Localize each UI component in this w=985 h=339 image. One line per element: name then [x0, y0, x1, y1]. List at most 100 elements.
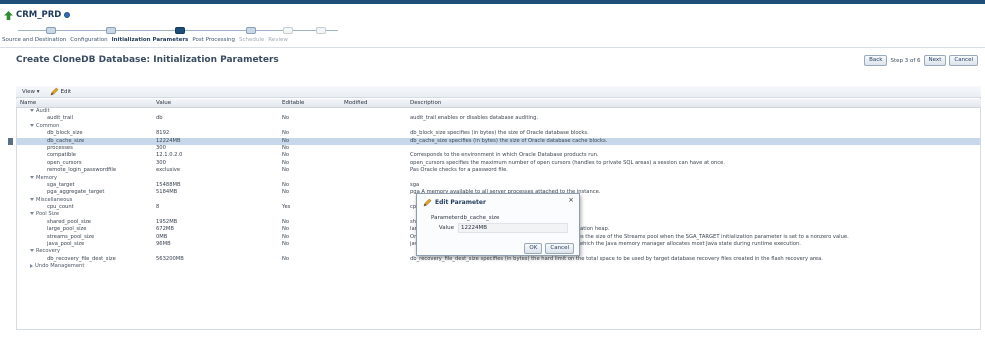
table-row[interactable]: db_block_size 8192 No db_block_size specifi… — [16, 130, 981, 137]
param-name-cell: remote_login_passwordfile — [47, 167, 171, 174]
expanded-triangle-icon[interactable] — [30, 175, 34, 179]
description-cell: db_recovery_file_dest_size specifies (in… — [410, 255, 823, 262]
name-text: cpu_count — [47, 204, 74, 211]
editable-cell: No — [282, 181, 290, 188]
col-header-description[interactable]: Description — [410, 100, 980, 106]
table-header: Name Value Editable Modified Description — [16, 99, 981, 108]
table-row[interactable]: open_cursors 300 No open_cursors specifies … — [16, 160, 981, 167]
editable-cell: No — [282, 137, 290, 144]
group-name-cell: Recovery — [30, 248, 154, 255]
expanded-triangle-icon[interactable] — [30, 212, 34, 216]
editable-cell: No — [282, 144, 290, 151]
table-row[interactable]: sga_target 15488MB No sga — [16, 182, 981, 189]
back-button[interactable]: Back — [864, 55, 888, 66]
col-header-editable[interactable]: Editable — [282, 100, 346, 106]
value-cell: 563200MB — [156, 255, 184, 262]
step-configuration[interactable]: Configuration — [70, 37, 107, 45]
divider — [0, 47, 985, 48]
name-text: Pool Size — [36, 211, 60, 218]
expanded-triangle-icon[interactable] — [30, 123, 34, 127]
param-name-cell: processes — [47, 145, 171, 152]
value-cell: exclusive — [156, 167, 181, 174]
dialog-title: Edit Parameter — [423, 198, 486, 207]
name-text: sga_target — [47, 181, 75, 188]
collapsed-triangle-icon[interactable] — [30, 263, 33, 268]
name-text: db_cache_size — [47, 137, 85, 144]
editable-cell: Yes — [282, 204, 291, 211]
step-source[interactable]: Source and Destination — [2, 37, 66, 45]
ok-button[interactable]: OK — [524, 243, 543, 254]
param-name-cell: db_cache_size — [47, 138, 171, 145]
wizard-nav: Back Step 3 of 6 Next Cancel — [864, 55, 978, 66]
step-post-processing[interactable]: Post Processing — [192, 37, 235, 45]
table-row[interactable]: db_cache_size 12224MB No db_cache_size spec… — [8, 137, 981, 146]
param-name-cell: streams_pool_size — [47, 234, 171, 241]
value-cell: 8192 — [156, 130, 170, 137]
dialog-cancel-button[interactable]: Cancel — [545, 243, 574, 254]
table-row[interactable]: compatible 12.1.0.2.0 No Corresponds to the… — [16, 152, 981, 159]
value-cell: 300 — [156, 159, 166, 166]
name-text: Recovery — [36, 248, 61, 255]
col-header-value[interactable]: Value — [156, 100, 280, 106]
param-name-cell: db_block_size — [47, 130, 171, 137]
next-button[interactable]: Next — [923, 55, 947, 66]
group-name-cell: Undo Management — [30, 263, 154, 270]
col-header-name[interactable]: Name — [20, 100, 144, 106]
param-name-cell: shared_pool_size — [47, 219, 171, 226]
value-cell: 96MB — [156, 241, 171, 248]
col-header-modified[interactable]: Modified — [344, 100, 408, 106]
edit-button[interactable]: Edit — [50, 87, 71, 96]
table-row[interactable]: db_recovery_file_dest_size 563200MB No db_r… — [16, 256, 981, 263]
name-text: Memory — [36, 174, 58, 181]
name-text: shared_pool_size — [47, 218, 91, 225]
param-name-cell: pga_aggregate_target — [47, 189, 171, 196]
step-initialization: Initialization Parameters — [111, 37, 189, 43]
name-text: Common — [36, 122, 60, 129]
train-stop-source[interactable] — [46, 27, 56, 34]
editable-cell: No — [282, 167, 290, 174]
value-cell: 15488MB — [156, 181, 181, 188]
group-row[interactable]: Common — [16, 123, 981, 130]
pencil-icon — [423, 198, 432, 207]
cancel-button[interactable]: Cancel — [949, 55, 978, 66]
wizard-train — [18, 27, 338, 35]
description-cell: open_cursors specifies the maximum numbe… — [410, 159, 725, 166]
param-name-cell: audit_trail — [47, 115, 171, 122]
name-text: open_cursors — [47, 159, 82, 166]
group-row[interactable]: Audit — [16, 108, 981, 115]
name-text: streams_pool_size — [47, 233, 95, 240]
close-icon[interactable]: × — [568, 196, 574, 204]
view-menu[interactable]: View ▾ — [22, 89, 40, 95]
expanded-triangle-icon[interactable] — [30, 249, 34, 253]
name-text: audit_trail — [47, 115, 74, 122]
target-menu-icon[interactable] — [64, 12, 71, 18]
group-name-cell: Pool Size — [30, 211, 154, 218]
name-text: remote_login_passwordfile — [47, 167, 117, 174]
name-text: compatible — [47, 152, 76, 159]
description-cell: audit_trail enables or disables database… — [410, 115, 539, 122]
parameter-label: Parameter — [431, 215, 460, 221]
table-row[interactable]: remote_login_passwordfile exclusive No Pas … — [16, 167, 981, 174]
step-review: Review — [268, 37, 288, 43]
value-field[interactable]: 12224MB — [458, 223, 568, 233]
train-stop-configuration[interactable] — [106, 27, 116, 34]
group-row[interactable]: Memory — [16, 175, 981, 182]
parameter-value: db_cache_size — [460, 215, 500, 221]
group-row[interactable]: Undo Management — [16, 263, 981, 270]
table-row[interactable]: audit_trail db No audit_trail enables or di… — [16, 115, 981, 122]
expanded-triangle-icon[interactable] — [30, 197, 34, 201]
target-name[interactable]: CRM_PRD — [16, 10, 61, 20]
value-cell: 1952MB — [156, 218, 178, 225]
group-name-cell: Memory — [30, 175, 154, 182]
wizard-steps: Source and Destination Configuration Ini… — [2, 37, 292, 45]
name-text: db_block_size — [47, 130, 83, 137]
train-stop-post-processing[interactable] — [246, 27, 256, 34]
editable-cell: No — [282, 115, 290, 122]
editable-cell: No — [282, 255, 290, 262]
table-row[interactable]: processes 300 No — [16, 145, 981, 152]
expanded-triangle-icon[interactable] — [30, 109, 34, 112]
editable-cell: No — [282, 233, 290, 240]
param-name-cell: open_cursors — [47, 160, 171, 167]
value-cell: 5184MB — [156, 189, 178, 196]
name-text: Miscellaneous — [36, 196, 73, 203]
